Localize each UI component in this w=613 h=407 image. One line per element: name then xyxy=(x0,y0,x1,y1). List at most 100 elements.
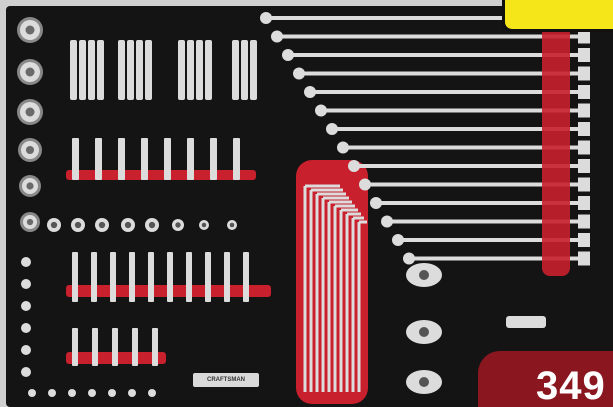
wrench-box-end xyxy=(337,141,349,154)
deep-socket xyxy=(205,40,212,100)
wrench-box-end xyxy=(260,12,272,24)
socket-hole xyxy=(26,218,34,226)
tiny-socket xyxy=(88,389,96,397)
brand-nameplate-text: CRAFTSMAN xyxy=(207,377,245,383)
tiny-socket xyxy=(28,389,36,397)
tiny-socket xyxy=(148,389,156,397)
long-bit xyxy=(243,252,249,302)
wrench-box-end xyxy=(348,160,360,172)
adapter-hole xyxy=(419,270,429,280)
tiny-socket xyxy=(21,279,31,289)
deep-socket xyxy=(79,40,86,100)
wrench-open-end xyxy=(578,140,590,155)
wrench-open-end xyxy=(578,66,590,81)
product-photo: CRAFTSMAN 349 xyxy=(0,0,613,407)
tiny-socket xyxy=(21,345,31,355)
long-bit xyxy=(167,252,173,302)
bit xyxy=(112,328,118,366)
deep-socket xyxy=(70,40,77,100)
deep-socket xyxy=(88,40,95,100)
small-socket-hole xyxy=(148,221,156,229)
bit-adapter xyxy=(506,316,546,328)
socket-hole xyxy=(26,182,34,190)
screwdriver-bit xyxy=(141,138,148,180)
tiny-socket xyxy=(21,257,31,267)
long-bit xyxy=(224,252,230,302)
screwdriver-bit xyxy=(72,138,79,180)
wrench-box-end xyxy=(271,30,283,43)
socket-hole xyxy=(25,145,35,155)
wrench-box-end xyxy=(293,67,305,80)
deep-socket xyxy=(118,40,125,100)
adapter-hole xyxy=(419,327,429,337)
deep-socket xyxy=(127,40,134,100)
tool-set-artwork xyxy=(17,11,590,404)
deep-socket xyxy=(97,40,104,100)
wrench-open-end xyxy=(578,214,590,229)
bit xyxy=(92,328,98,366)
screwdriver-bit xyxy=(187,138,194,180)
wrench-box-end xyxy=(403,252,415,265)
wrench-box-end xyxy=(370,197,382,209)
long-bit xyxy=(186,252,192,302)
wrench-open-end xyxy=(578,85,590,99)
screwdriver-bit xyxy=(164,138,171,180)
screwdriver-bit xyxy=(233,138,240,180)
wrench-foam-strip xyxy=(542,26,570,276)
small-socket-hole xyxy=(229,222,235,228)
small-socket-hole xyxy=(74,221,82,229)
bit xyxy=(152,328,158,366)
bit xyxy=(72,328,78,366)
tiny-socket xyxy=(128,389,136,397)
wrench-box-end xyxy=(326,123,338,135)
wrench-box-end xyxy=(359,178,371,191)
small-socket-hole xyxy=(98,221,106,229)
deep-socket xyxy=(241,40,248,100)
screwdriver-bit xyxy=(118,138,125,180)
wrench-box-end xyxy=(381,215,393,228)
wrench-open-end xyxy=(578,233,590,247)
long-bit xyxy=(72,252,78,302)
bit-holder-rail xyxy=(66,170,256,180)
screwdriver-bit xyxy=(210,138,217,180)
wrench-open-end xyxy=(578,251,590,266)
socket-hole xyxy=(25,107,35,117)
deep-socket xyxy=(196,40,203,100)
tiny-socket xyxy=(68,389,76,397)
adapter-hole xyxy=(419,377,429,387)
long-bit xyxy=(129,252,135,302)
wrench-open-end xyxy=(578,103,590,118)
long-bit xyxy=(110,252,116,302)
wrench-open-end xyxy=(578,177,590,192)
wrench-open-end xyxy=(578,48,590,62)
deep-socket xyxy=(178,40,185,100)
wrench-open-end xyxy=(578,122,590,136)
wrench-box-end xyxy=(315,104,327,117)
long-bit xyxy=(148,252,154,302)
yellow-promo-badge xyxy=(502,0,613,32)
deep-socket xyxy=(232,40,239,100)
small-socket-hole xyxy=(175,222,181,228)
small-socket-hole xyxy=(50,221,58,229)
long-bit xyxy=(91,252,97,302)
wrench-open-end xyxy=(578,196,590,210)
tiny-socket xyxy=(48,389,56,397)
bit xyxy=(132,328,138,366)
tiny-socket xyxy=(21,323,31,333)
deep-socket xyxy=(136,40,143,100)
wrench-box-end xyxy=(304,86,316,98)
tiny-socket xyxy=(21,367,31,377)
long-bit xyxy=(205,252,211,302)
socket-hole xyxy=(25,25,35,35)
small-socket-hole xyxy=(201,222,207,228)
wrench-box-end xyxy=(282,49,294,61)
wrench-box-end xyxy=(392,234,404,246)
tiny-socket xyxy=(21,301,31,311)
small-socket-hole xyxy=(124,221,132,229)
screwdriver-bit xyxy=(95,138,102,180)
deep-socket xyxy=(145,40,152,100)
deep-socket xyxy=(250,40,257,100)
price-text: 349 xyxy=(536,364,606,407)
wrench-open-end xyxy=(578,159,590,173)
deep-socket xyxy=(187,40,194,100)
